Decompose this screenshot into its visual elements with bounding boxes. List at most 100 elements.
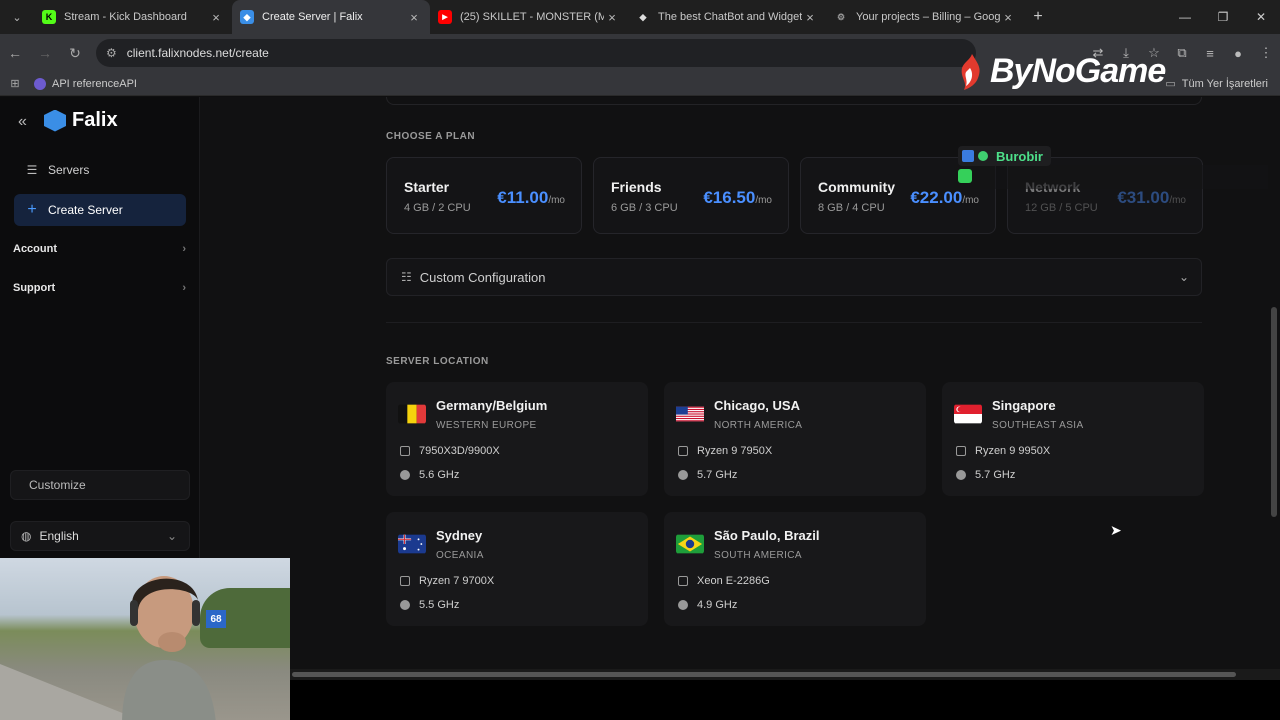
cpu-clock: 4.9 GHz (697, 599, 738, 611)
scrollbar-thumb[interactable] (292, 672, 1236, 677)
location-card-singapore[interactable]: Singapore SOUTHEAST ASIA Ryzen 9 9950X 5… (942, 382, 1204, 496)
url-field[interactable]: ⚙ client.falixnodes.net/create (96, 39, 976, 67)
collapse-sidebar-icon[interactable]: « (18, 113, 27, 131)
plan-price: €22.00/mo (910, 188, 979, 208)
sidebar-section-support[interactable]: Support › (13, 282, 186, 294)
location-card-chicago[interactable]: Chicago, USA NORTH AMERICA Ryzen 9 7950X… (664, 382, 926, 496)
new-tab-button[interactable]: + (1024, 8, 1052, 26)
chevron-right-icon: › (182, 243, 186, 255)
plus-icon: + (27, 201, 37, 218)
price-value: €22.00 (910, 188, 963, 207)
price-period: /mo (1169, 195, 1186, 206)
location-region: SOUTH AMERICA (714, 550, 802, 561)
site-info-icon[interactable]: ⚙ (106, 46, 117, 60)
price-value: €16.50 (703, 188, 756, 207)
australia-flag-icon (398, 534, 426, 554)
streamer-silhouette (122, 576, 216, 720)
custom-configuration-toggle[interactable]: ☷ Custom Configuration ⌄ (386, 258, 1202, 296)
cpu-model: Ryzen 9 7950X (697, 445, 773, 457)
falix-icon: ◆ (240, 10, 254, 24)
sidebar-item-servers[interactable]: ☰ Servers (14, 154, 186, 186)
badge-app-icon (962, 150, 974, 162)
clock-row: 4.9 GHz (678, 599, 737, 611)
custom-config-label: Custom Configuration (419, 269, 546, 285)
section-label: Support (13, 282, 56, 294)
clock-row: 5.7 GHz (678, 469, 737, 481)
youtube-icon: ▶ (438, 10, 452, 24)
chevron-down-icon: ⌄ (166, 529, 177, 543)
kick-icon: K (42, 10, 56, 24)
back-icon[interactable]: ← (0, 45, 30, 61)
maximize-icon[interactable]: ❐ (1204, 0, 1242, 34)
close-window-icon[interactable]: ✕ (1242, 0, 1280, 34)
minimize-icon[interactable]: — (1166, 0, 1204, 34)
bot-icon (958, 169, 972, 183)
tab-kick[interactable]: K Stream - Kick Dashboard × (34, 0, 232, 34)
belgium-flag-icon (398, 404, 426, 424)
location-card-sao-paulo[interactable]: São Paulo, Brazil SOUTH AMERICA Xeon E-2… (664, 512, 926, 626)
price-period: /mo (962, 195, 979, 206)
scrollbar-thumb[interactable] (1271, 307, 1277, 517)
brand-name: Falix (72, 109, 118, 131)
cpu-icon (400, 576, 410, 586)
bookmark-api-reference[interactable]: API referenceAPI (34, 77, 137, 90)
divider (386, 322, 1202, 323)
close-icon[interactable]: × (604, 10, 620, 25)
cpu-row: 7950X3D/9900X (400, 445, 500, 457)
tab-chatbot[interactable]: ◆ The best ChatBot and Widgets × (628, 0, 826, 34)
vertical-scrollbar[interactable] (1268, 97, 1280, 669)
tab-google-cloud[interactable]: ⚙ Your projects – Billing – Google × (826, 0, 1024, 34)
close-icon[interactable]: × (1000, 10, 1016, 25)
tab-search-icon[interactable]: ⌄ (0, 0, 34, 34)
location-name: Sydney (436, 528, 483, 543)
price-period: /mo (548, 195, 565, 206)
list-icon: ☰ (26, 163, 38, 177)
tab-youtube[interactable]: ▶ (25) SKILLET - MONSTER (Metal × (430, 0, 628, 34)
location-card-germany-belgium[interactable]: Germany/Belgium WESTERN EUROPE 7950X3D/9… (386, 382, 648, 496)
all-bookmarks[interactable]: ▭ Tüm Yer İşaretleri (1165, 77, 1268, 91)
menu-icon[interactable]: ⋮ (1252, 45, 1280, 61)
tab-falix[interactable]: ◆ Create Server | Falix × (232, 0, 430, 34)
sidebar-section-account[interactable]: Account › (13, 243, 186, 255)
flame-logo-icon (961, 53, 980, 90)
profile-icon[interactable]: ● (1224, 46, 1252, 61)
close-icon[interactable]: × (208, 10, 224, 25)
plan-card-friends[interactable]: Friends 6 GB / 3 CPU €16.50/mo (593, 157, 789, 234)
language-select[interactable]: ◍ English ⌄ (10, 521, 190, 551)
gauge-icon (678, 470, 688, 480)
plan-name: Community (818, 179, 895, 195)
reload-icon[interactable]: ↻ (60, 45, 90, 62)
apps-grid-icon[interactable]: ⊞ (0, 77, 30, 90)
forward-icon[interactable]: → (30, 45, 60, 61)
chevron-right-icon: › (182, 282, 186, 294)
falix-logo-icon (44, 109, 66, 132)
cpu-clock: 5.7 GHz (697, 469, 738, 481)
sliders-icon: ☷ (401, 270, 412, 284)
plan-spec: 4 GB / 2 CPU (404, 202, 471, 214)
media-icon[interactable]: ≡ (1196, 46, 1224, 61)
location-region: WESTERN EUROPE (436, 420, 537, 431)
clock-row: 5.5 GHz (400, 599, 459, 611)
close-icon[interactable]: × (802, 10, 818, 25)
verified-icon (978, 151, 988, 161)
sidebar-item-label: Servers (48, 163, 90, 177)
globe-icon: ◍ (21, 529, 32, 543)
customize-button[interactable]: Customize (10, 470, 190, 500)
location-card-sydney[interactable]: Sydney OCEANIA Ryzen 7 9700X 5.5 GHz (386, 512, 648, 626)
brazil-flag-icon (676, 534, 704, 554)
horizontal-scrollbar[interactable] (290, 669, 1280, 680)
usa-flag-icon (676, 406, 704, 422)
sidebar-item-create-server[interactable]: + Create Server (14, 194, 186, 226)
plan-heading: CHOOSE A PLAN (386, 131, 476, 142)
cpu-model: 7950X3D/9900X (419, 445, 500, 457)
customize-label: Customize (29, 478, 86, 492)
extensions-icon[interactable]: ⧉ (1168, 45, 1196, 61)
plan-name: Friends (611, 179, 662, 195)
plan-card-starter[interactable]: Starter 4 GB / 2 CPU €11.00/mo (386, 157, 582, 234)
plan-spec: 8 GB / 4 CPU (818, 202, 885, 214)
window-controls: — ❐ ✕ (1166, 0, 1280, 34)
bottom-black-area (290, 680, 1280, 720)
close-icon[interactable]: × (406, 10, 422, 25)
brand-logo[interactable]: Falix (44, 109, 118, 132)
gauge-icon (400, 600, 410, 610)
